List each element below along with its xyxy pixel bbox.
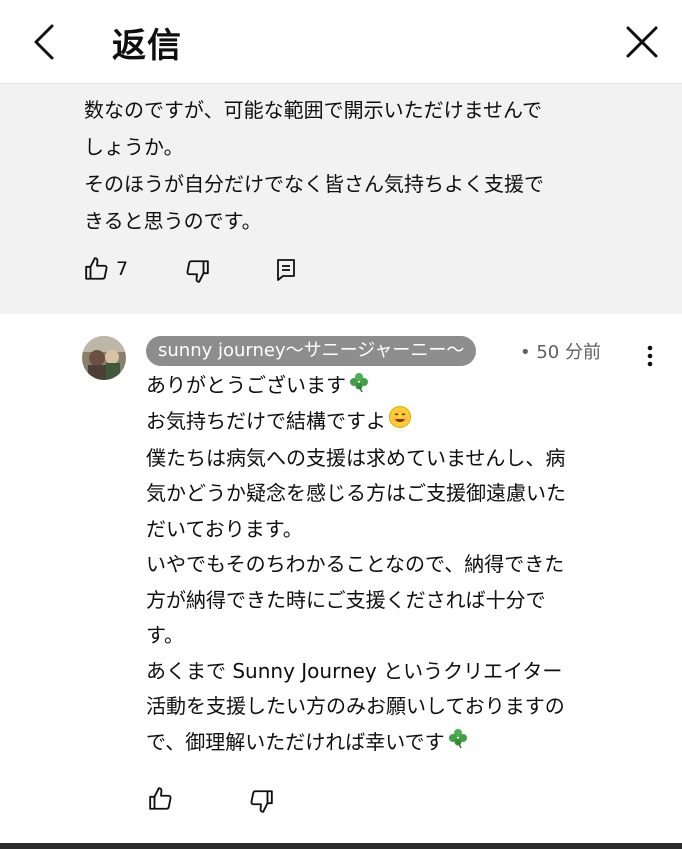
reply-line: 僕たちは病気への支援は求めていませんし、病 (146, 445, 566, 470)
reply-line: 方が納得できた時にご支援くだされば十分で (146, 587, 546, 612)
reply-line: あくまで Sunny Journey というクリエイター (146, 658, 563, 683)
header-bar: 返信 (0, 0, 682, 84)
avatar[interactable] (82, 336, 126, 380)
reply-wrap (274, 257, 298, 283)
meta-separator: • (520, 342, 531, 363)
reply-meta: • 50 分前 (520, 338, 601, 364)
reply-like-button[interactable] (148, 786, 174, 812)
thumbs-up-icon (149, 787, 172, 810)
reply-line: いやでもそのちわかることなので、納得できた (146, 552, 565, 576)
close-icon (626, 26, 658, 58)
like-button[interactable]: 7 (84, 256, 128, 282)
author-name[interactable]: sunny journey～サニージャーニー～ (146, 336, 477, 366)
dislike-wrap (184, 258, 210, 284)
reply-button[interactable] (274, 257, 298, 283)
reply-dislike-button[interactable] (248, 788, 274, 814)
like-count: 7 (116, 258, 129, 280)
parent-actions: 7 (84, 256, 128, 282)
reply-line: ありがとうございます (146, 368, 666, 404)
comment-icon (277, 259, 295, 281)
reply-line: す。 (146, 623, 184, 647)
reply-line: だいております。 (146, 516, 303, 541)
chevron-left-icon (34, 24, 54, 60)
clover-emoji (447, 725, 469, 761)
reply-text: ありがとうございます お気持ちだけで結構ですよ 僕たちは病気への支援は求めていま… (146, 368, 666, 761)
reply-line: お気持ちだけで結構ですよ (146, 404, 666, 440)
thumbs-down-icon (186, 260, 209, 283)
thumbs-up-icon (85, 257, 108, 280)
comment-line: しょうか。 (84, 135, 184, 159)
comment-line: きると思うのです。 (84, 209, 262, 233)
back-button[interactable] (24, 20, 68, 64)
reply-line: で、御理解いただければ幸いです (146, 725, 666, 761)
more-vert-icon (647, 345, 653, 367)
reply-line: 気かどうか疑念を感じる方はご支援御遠慮いた (146, 481, 566, 505)
reply-timestamp: 50 分前 (536, 342, 601, 363)
page-title: 返信 (112, 26, 182, 66)
comment-line: 数なのですが、可能な範囲で開示いただけませんで (84, 98, 542, 122)
reply-comment: sunny journey～サニージャーニー～ • 50 分前 ありがとうござい… (0, 314, 682, 849)
parent-comment: 数なのですが、可能な範囲で開示いただけませんで しょうか。 そのほうが自分だけで… (0, 84, 682, 314)
comment-line: そのほうが自分だけでなく皆さん気持ちよく支援で (84, 172, 544, 196)
reply-like-wrap (148, 786, 174, 812)
bottom-divider (0, 843, 682, 849)
reply-dislike-wrap (248, 788, 274, 814)
reply-line: 活動を支援したい方のみお願いしておりますの (146, 694, 565, 718)
more-options-button[interactable] (636, 342, 664, 370)
parent-comment-text: 数なのですが、可能な範囲で開示いただけませんで しょうか。 そのほうが自分だけで… (84, 92, 654, 240)
avatar-image (82, 336, 126, 380)
thumbs-down-icon (250, 790, 273, 813)
dislike-button[interactable] (184, 258, 210, 284)
smile-emoji (388, 405, 412, 441)
clover-emoji (348, 369, 370, 405)
close-button[interactable] (618, 18, 666, 66)
